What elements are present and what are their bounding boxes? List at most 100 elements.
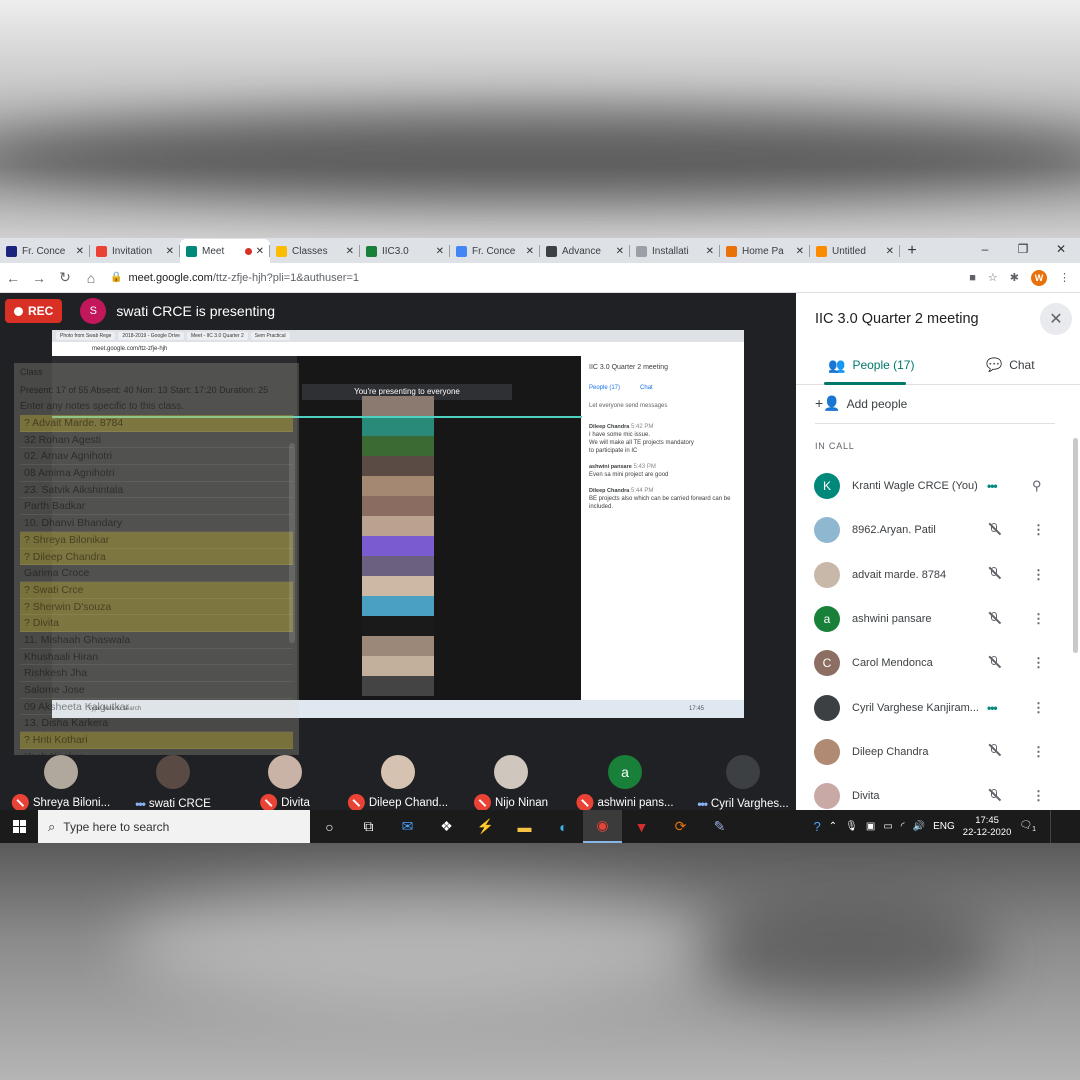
attendance-row: ? Hriti Kothari (20, 732, 293, 749)
browser-tab[interactable]: Fr. Conce ✕ (0, 239, 90, 263)
browser-tab[interactable]: IIC3.0 ✕ (360, 239, 450, 263)
browser-tab[interactable]: Fr. Conce ✕ (450, 239, 540, 263)
cortana-icon[interactable]: ○ (310, 810, 349, 843)
person-avatar (814, 783, 840, 810)
browser-tab[interactable]: Installati ✕ (630, 239, 720, 263)
chrome-icon[interactable]: ◉ (583, 810, 622, 843)
forward-button[interactable]: → (26, 270, 52, 286)
pin-icon[interactable]: ⚲ (1032, 478, 1042, 494)
close-tab-icon[interactable]: ✕ (796, 246, 804, 257)
browser-tab[interactable]: Advance ✕ (540, 239, 630, 263)
reload-button[interactable]: ↻ (52, 269, 78, 286)
person-row[interactable]: Dileep Chandra ⋮ (796, 730, 1080, 774)
help-icon[interactable]: ? (814, 819, 821, 834)
attendance-stats: Present: 17 of 55 Absent: 40 Non: 13 Sta… (20, 385, 269, 395)
close-panel-button[interactable]: ✕ (1040, 303, 1072, 335)
browser-tab[interactable]: Invitation ✕ (90, 239, 180, 263)
taskbar-search[interactable]: ⌕ Type here to search (38, 810, 310, 843)
camera-icon[interactable]: ■ (969, 272, 976, 284)
new-tab-button[interactable]: + (900, 239, 924, 263)
add-people-button[interactable]: +👤 Add people (815, 395, 907, 412)
tab-chat[interactable]: 💬 Chat (986, 345, 1035, 385)
more-options-icon[interactable]: ⋮ (1032, 655, 1045, 671)
home-button[interactable]: ⌂ (78, 270, 104, 286)
close-tab-icon[interactable]: ✕ (706, 246, 714, 257)
taskbar-clock[interactable]: 17:45 22-12-2020 (963, 815, 1012, 839)
orange-app-icon[interactable]: ⟳ (661, 810, 700, 843)
windows-start-icon[interactable] (0, 820, 38, 833)
more-options-icon[interactable]: ⋮ (1032, 788, 1045, 804)
participant-tile[interactable]: Divita (232, 755, 338, 811)
back-button[interactable]: ← (0, 270, 26, 286)
battery-icon[interactable]: ▭ (883, 821, 892, 832)
dropbox-icon[interactable]: ❖ (427, 810, 466, 843)
close-tab-icon[interactable]: ✕ (346, 246, 354, 257)
wifi-icon[interactable]: ◜ (901, 821, 905, 832)
volume-icon[interactable]: 🔊 (913, 821, 925, 832)
person-row[interactable]: Cyril Varghese Kanjiram... ••• ⋮ (796, 685, 1080, 729)
profile-avatar[interactable]: W (1031, 269, 1047, 286)
participant-tile[interactable]: Shreya Biloni... (8, 755, 114, 811)
microphone-icon[interactable]: 🎙 (845, 821, 858, 832)
minimize-button[interactable]: – (966, 238, 1004, 260)
close-tab-icon[interactable]: ✕ (436, 246, 444, 257)
more-options-icon[interactable]: ⋮ (1032, 700, 1045, 716)
record-dot-icon (14, 306, 23, 316)
browser-tab[interactable]: Untitled ✕ (810, 239, 900, 263)
more-options-icon[interactable]: ⋮ (1032, 744, 1045, 760)
notifications-icon[interactable]: 🗨1 (1019, 820, 1036, 833)
recording-badge[interactable]: REC (5, 299, 63, 323)
shared-chat-panel: IIC 3.0 Quarter 2 meeting People (17) Cha… (581, 356, 744, 700)
maximize-button[interactable]: ❐ (1004, 238, 1042, 260)
browser-tab[interactable]: Classes ✕ (270, 239, 360, 263)
url-field[interactable]: 🔒 meet.google.com/ttz-zfje-hjh?pli=1&aut… (104, 267, 969, 289)
participant-tile[interactable]: ••• Cyril Varghes... (690, 755, 796, 811)
mic-muted-icon (987, 522, 1002, 539)
participant-tile[interactable]: Dileep Chand... (345, 755, 451, 811)
attendance-row: 13. Disha Karkera (20, 715, 293, 733)
paint-icon[interactable]: ✎ (700, 810, 739, 843)
edge-icon[interactable]: ◐ (544, 810, 583, 843)
close-tab-icon[interactable]: ✕ (76, 246, 84, 257)
close-tab-icon[interactable]: ✕ (886, 246, 894, 257)
close-tab-icon[interactable]: ✕ (166, 246, 174, 257)
mail-icon[interactable]: ✉ (388, 810, 427, 843)
show-desktop-button[interactable] (1050, 810, 1070, 843)
person-row[interactable]: a ashwini pansare ⋮ (796, 597, 1080, 641)
star-icon[interactable]: ☆ (988, 271, 998, 284)
chevron-up-icon[interactable]: ⌃ (829, 821, 837, 832)
more-options-icon[interactable]: ⋮ (1032, 567, 1045, 583)
extensions-icon[interactable]: ✱ (1010, 271, 1019, 284)
close-tab-icon[interactable]: ✕ (616, 246, 624, 257)
person-row[interactable]: advait marde. 8784 ⋮ (796, 553, 1080, 597)
language-indicator[interactable]: ENG (933, 821, 955, 832)
close-window-button[interactable]: ✕ (1042, 238, 1080, 260)
mic-muted-icon (987, 788, 1002, 805)
winamp-icon[interactable]: ⚡ (466, 810, 505, 843)
screen-icon[interactable]: ▣ (866, 821, 875, 832)
close-tab-icon[interactable]: ✕ (256, 246, 264, 257)
close-tab-icon[interactable]: ✕ (526, 246, 534, 257)
person-row[interactable]: 8962.Aryan. Patil ⋮ (796, 508, 1080, 552)
menu-kebab-icon[interactable]: ⋮ (1059, 271, 1070, 284)
participant-tile[interactable]: ••• swati CRCE (120, 755, 226, 811)
browser-tab[interactable]: Home Pa ✕ (720, 239, 810, 263)
mcafee-icon[interactable]: ▼ (622, 810, 661, 843)
screenshot-frame: Fr. Conce ✕ Invitation ✕ Meet ✕ Classes ✕ IIC3.0… (0, 238, 1080, 843)
overlay-scrollbar[interactable] (289, 443, 295, 643)
participant-tile[interactable]: Nijo Ninan (458, 755, 564, 811)
tab-people[interactable]: 👥 People (17) (828, 345, 914, 385)
more-options-icon[interactable]: ⋮ (1032, 611, 1045, 627)
favicon-icon (6, 245, 17, 257)
person-row[interactable]: K Kranti Wagle CRCE (You) ••• ⚲ (796, 464, 1080, 508)
file-explorer-icon[interactable]: ▬ (505, 810, 544, 843)
person-row[interactable]: C Carol Mendonca ⋮ (796, 641, 1080, 685)
attendance-row: ? Shreya Bilonikar (20, 531, 293, 549)
attendance-hint: Enter any notes specific to this class. (20, 401, 184, 412)
more-options-icon[interactable]: ⋮ (1032, 522, 1045, 538)
panel-scrollbar[interactable] (1073, 438, 1078, 653)
task-view-icon[interactable]: ⧉ (349, 810, 388, 843)
attendance-row: Garima Croce (20, 565, 293, 582)
browser-tab[interactable]: Meet ✕ (180, 239, 270, 263)
participant-tile[interactable]: a ashwini pans... (572, 755, 678, 811)
